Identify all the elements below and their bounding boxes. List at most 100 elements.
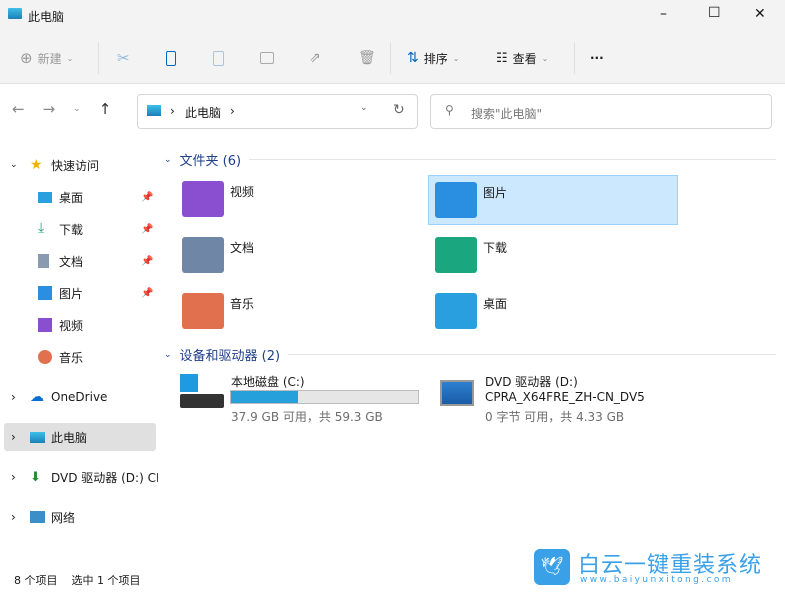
chevron-right-icon: › — [11, 430, 16, 444]
sidebar-item-desktop[interactable]: 桌面 📌 — [0, 183, 158, 211]
copy-icon — [166, 50, 176, 66]
star-icon: ★ — [30, 157, 43, 173]
back-arrow-icon[interactable]: ← — [12, 100, 25, 118]
computer-icon — [147, 105, 161, 116]
chevron-right-icon: › — [11, 510, 16, 524]
download-icon: ⤓ — [38, 220, 45, 236]
bird-logo-icon: 🕊 — [534, 549, 570, 585]
cut-button[interactable]: ✂ — [117, 46, 130, 70]
storage-bar — [230, 390, 419, 404]
drive-c[interactable]: 本地磁盘 (C:) 37.9 GB 可用，共 59.3 GB — [176, 370, 426, 424]
rename-button[interactable] — [260, 46, 274, 70]
picture-folder-icon — [435, 182, 477, 218]
paste-button[interactable] — [213, 46, 224, 70]
pin-icon[interactable]: 📌 — [141, 288, 153, 299]
music-icon — [38, 350, 52, 364]
chevron-down-icon: ⌄ — [66, 53, 74, 63]
computer-icon — [8, 8, 22, 19]
breadcrumb-separator: › — [170, 104, 175, 118]
pin-icon[interactable]: 📌 — [141, 192, 153, 203]
dvd-icon: ⬇ — [30, 469, 41, 485]
share-button[interactable]: ⇗ — [309, 46, 321, 70]
maximize-button[interactable]: ☐ — [708, 5, 721, 21]
sidebar: ⌄ ★ 快速访问 桌面 📌 ⤓ 下载 📌 文档 📌 图片 📌 视频 音乐 › ☁ OneDrive… — [0, 148, 158, 568]
sidebar-this-pc[interactable]: › 此电脑 — [4, 423, 156, 451]
sidebar-quick-access[interactable]: ⌄ ★ 快速访问 — [0, 151, 158, 179]
network-icon — [30, 511, 45, 523]
refresh-icon[interactable]: ↻ — [393, 102, 405, 118]
view-button[interactable]: ☷ 查看 ⌄ — [496, 46, 548, 70]
cloud-icon: ☁ — [30, 389, 44, 405]
sidebar-item-videos[interactable]: 视频 — [0, 311, 158, 339]
search-icon: ⚲ — [445, 103, 454, 117]
plus-circle-icon: ⊕ — [20, 49, 33, 67]
hard-drive-icon — [180, 394, 224, 408]
sidebar-network[interactable]: › 网络 — [0, 503, 158, 531]
document-icon — [38, 254, 49, 268]
status-bar: 8 个项目 选中 1 个项目 — [14, 572, 141, 588]
chevron-right-icon: › — [11, 470, 16, 484]
search-box[interactable]: ⚲ 搜索"此电脑" — [430, 94, 772, 129]
chevron-down-icon: ⌄ — [452, 53, 460, 63]
storage-bar-fill — [231, 391, 299, 403]
recent-chevron-icon[interactable]: ⌄ — [73, 100, 81, 118]
devices-group-header[interactable]: ⌄ 设备和驱动器 (2) — [164, 345, 776, 364]
minimize-button[interactable]: – — [660, 6, 667, 22]
copy-button[interactable] — [166, 46, 176, 70]
scissors-icon: ✂ — [117, 49, 130, 67]
rename-icon — [260, 52, 274, 64]
folder-videos[interactable]: 视频 — [176, 175, 426, 225]
sidebar-item-music[interactable]: 音乐 — [0, 343, 158, 371]
windows-drive-icon — [180, 374, 198, 392]
chevron-down-icon: ⌄ — [10, 160, 18, 170]
more-options-button[interactable]: ··· — [590, 46, 604, 70]
trash-icon: 🗑 — [358, 50, 376, 66]
breadcrumb-this-pc[interactable]: 此电脑 — [185, 104, 221, 121]
address-dropdown-icon[interactable]: ⌄ — [360, 103, 368, 113]
dvd-drive-icon — [440, 380, 474, 406]
view-list-icon: ☷ — [496, 50, 508, 66]
sidebar-dvd-drive[interactable]: ›⬇DVD 驱动器 (D:) CPRA — [0, 463, 158, 491]
sidebar-onedrive[interactable]: › ☁ OneDrive — [0, 383, 158, 411]
folder-documents[interactable]: 文档 — [176, 231, 426, 281]
folder-downloads[interactable]: 下载 — [429, 231, 679, 281]
address-bar[interactable]: › 此电脑 › ⌄ ↻ — [137, 94, 418, 129]
video-folder-icon — [182, 181, 224, 217]
sidebar-item-downloads[interactable]: ⤓ 下载 📌 — [0, 215, 158, 243]
music-folder-icon — [182, 293, 224, 329]
folder-desktop[interactable]: 桌面 — [429, 287, 679, 337]
drive-d[interactable]: DVD 驱动器 (D:) CPRA_X64FRE_ZH-CN_DV5 0 字节 … — [436, 370, 686, 424]
desktop-folder-icon — [435, 293, 477, 329]
search-input[interactable]: 搜索"此电脑" — [471, 105, 542, 122]
breadcrumb-separator: › — [230, 104, 235, 118]
pin-icon[interactable]: 📌 — [141, 256, 153, 267]
video-icon — [38, 318, 52, 332]
folders-group-header[interactable]: ⌄ 文件夹 (6) — [164, 150, 776, 169]
folder-pictures[interactable]: 图片 — [428, 175, 678, 225]
up-arrow-icon[interactable]: ↑ — [99, 100, 112, 118]
chevron-right-icon: › — [11, 390, 16, 404]
sort-button[interactable]: ⇅ 排序 ⌄ — [407, 46, 459, 70]
close-button[interactable]: ✕ — [754, 6, 766, 22]
paste-icon — [213, 50, 224, 66]
watermark: 🕊 白云一键重装系统 www.baiyunxitong.com — [530, 547, 770, 587]
delete-button[interactable]: 🗑 — [358, 46, 376, 70]
picture-icon — [38, 286, 52, 300]
title-bar: 此电脑 – ☐ ✕ — [0, 0, 785, 32]
chevron-down-icon: ⌄ — [541, 53, 549, 63]
share-icon: ⇗ — [309, 50, 321, 66]
selection-count: 选中 1 个项目 — [71, 574, 141, 587]
nav-buttons: ← → ⌄ ↑ — [12, 100, 111, 118]
download-folder-icon — [435, 237, 477, 273]
command-bar: ⊕ 新建 ⌄ ✂ ⇗ 🗑 ⇅ 排序 ⌄ ☷ 查看 ⌄ ··· — [0, 32, 785, 84]
computer-icon — [30, 431, 45, 443]
new-button[interactable]: ⊕ 新建 ⌄ — [20, 46, 73, 70]
desktop-icon — [38, 192, 52, 203]
folder-music[interactable]: 音乐 — [176, 287, 426, 337]
sidebar-item-documents[interactable]: 文档 📌 — [0, 247, 158, 275]
sidebar-item-pictures[interactable]: 图片 📌 — [0, 279, 158, 307]
chevron-down-icon: ⌄ — [164, 349, 172, 360]
forward-arrow-icon[interactable]: → — [43, 100, 56, 118]
chevron-down-icon: ⌄ — [164, 154, 172, 165]
pin-icon[interactable]: 📌 — [141, 224, 153, 235]
